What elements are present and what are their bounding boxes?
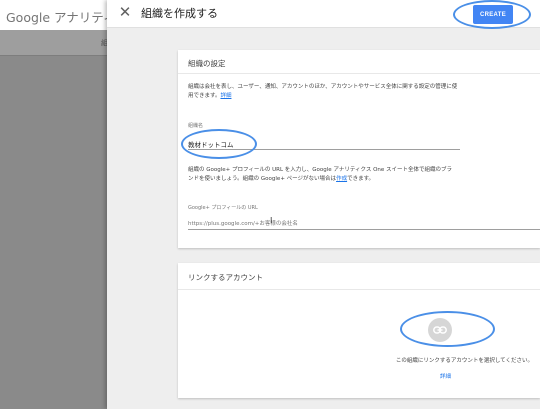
divider bbox=[178, 289, 540, 290]
gplus-description-text: 組織の Google+ プロフィールの URL を入力し、Google アナリテ… bbox=[188, 167, 453, 182]
panel-title: 組織を作成する bbox=[141, 7, 218, 20]
background-subbar: 組 bbox=[0, 30, 120, 56]
close-icon[interactable]: ✕ bbox=[117, 4, 133, 20]
org-description: 組織は会社を表し、ユーザー、通知、アカウントのほか、アカウントやサービス全体に関… bbox=[188, 83, 458, 101]
text-cursor-icon: I bbox=[270, 216, 273, 225]
org-name-input[interactable] bbox=[188, 138, 460, 150]
gplus-create-link[interactable]: 作成 bbox=[336, 176, 347, 182]
create-organization-panel: ✕ 組織を作成する CREATE 組織の設定 組織は会社を表し、ユーザー、通知、… bbox=[107, 0, 540, 409]
linked-accounts-detail-link[interactable]: 詳細 bbox=[440, 372, 451, 380]
linked-accounts-title: リンクするアカウント bbox=[188, 273, 263, 282]
link-account-prompt: この組織にリンクするアカウントを選択してください。 bbox=[395, 358, 533, 364]
org-name-label: 組織名 bbox=[188, 123, 204, 129]
link-icon bbox=[433, 326, 447, 334]
link-account-button[interactable] bbox=[428, 318, 452, 342]
create-button[interactable]: CREATE bbox=[473, 5, 513, 24]
linked-accounts-card: リンクするアカウント この組織にリンクするアカウントを選択してください。 詳細 bbox=[178, 263, 540, 398]
panel-header: ✕ 組織を作成する CREATE bbox=[107, 0, 540, 28]
gplus-url-input[interactable] bbox=[188, 218, 540, 230]
divider bbox=[178, 73, 540, 74]
org-settings-title: 組織の設定 bbox=[188, 59, 226, 68]
gplus-description-suffix: できます。 bbox=[347, 176, 375, 182]
org-settings-card: 組織の設定 組織は会社を表し、ユーザー、通知、アカウントのほか、アカウントやサー… bbox=[178, 50, 540, 248]
gplus-url-label: Google+ プロフィールの URL bbox=[188, 205, 258, 211]
org-detail-link[interactable]: 詳細 bbox=[220, 93, 231, 99]
gplus-description: 組織の Google+ プロフィールの URL を入力し、Google アナリテ… bbox=[188, 166, 453, 184]
